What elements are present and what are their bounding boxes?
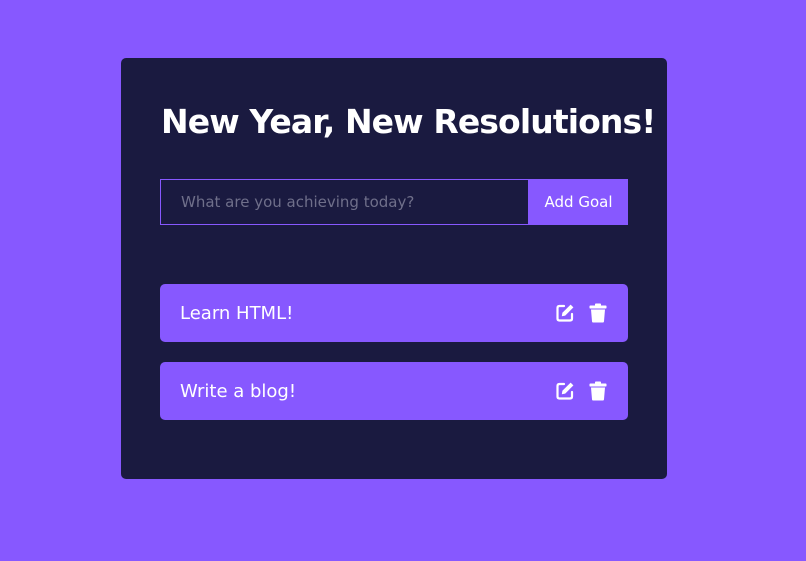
edit-icon[interactable] xyxy=(555,303,575,323)
trash-icon[interactable] xyxy=(588,381,608,401)
goal-form: Add Goal xyxy=(160,179,628,225)
trash-icon[interactable] xyxy=(588,303,608,323)
page-title: New Year, New Resolutions! xyxy=(161,102,656,141)
edit-icon[interactable] xyxy=(555,381,575,401)
goal-item: Learn HTML! xyxy=(160,284,628,342)
goal-text: Write a blog! xyxy=(180,380,297,402)
goal-list: Learn HTML! Write a blog! xyxy=(160,284,628,440)
goal-actions xyxy=(555,381,608,401)
add-goal-button[interactable]: Add Goal xyxy=(529,179,628,225)
goal-actions xyxy=(555,303,608,323)
goal-input[interactable] xyxy=(160,179,529,225)
goals-card: New Year, New Resolutions! Add Goal Lear… xyxy=(121,58,667,479)
goal-item: Write a blog! xyxy=(160,362,628,420)
goal-text: Learn HTML! xyxy=(180,302,294,324)
